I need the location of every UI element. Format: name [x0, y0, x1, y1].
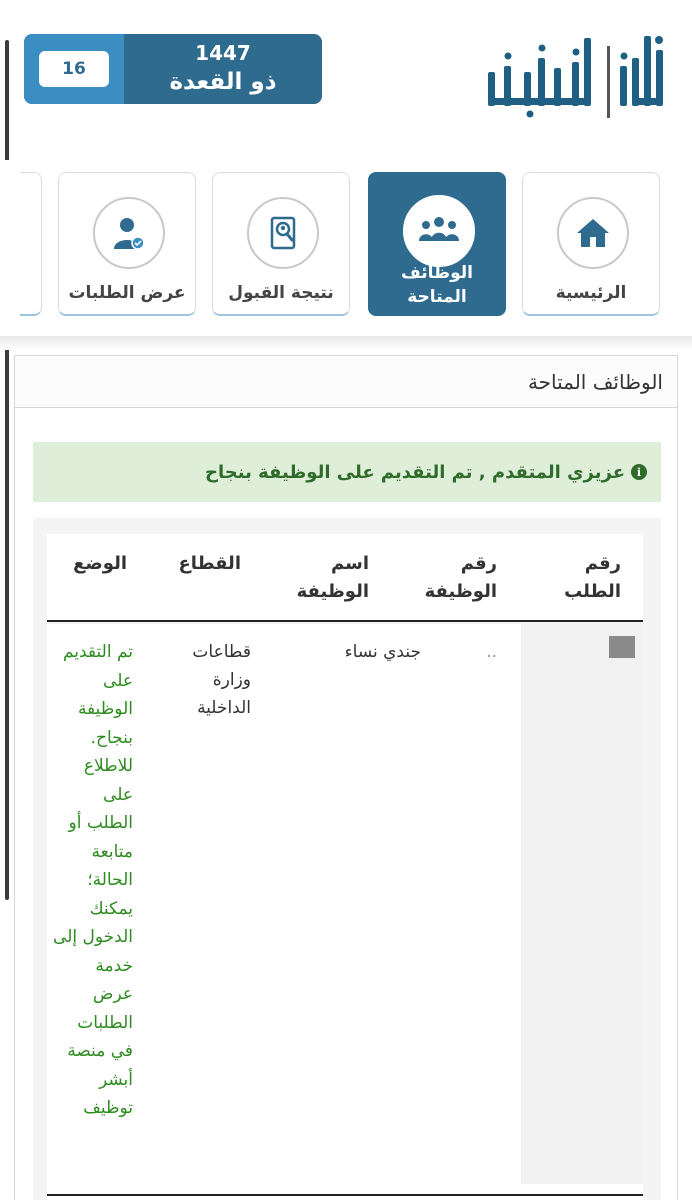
- user-check-icon: [93, 197, 165, 269]
- main-nav: عرض الطلبات نتيجة القبول الوظائف المتاحة: [0, 160, 692, 350]
- nav-label-available-jobs: الوظائف المتاحة: [401, 263, 473, 307]
- row-checkbox[interactable]: [609, 636, 635, 658]
- nav-item-view-requests[interactable]: عرض الطلبات: [58, 172, 196, 316]
- cell-sector: قطاعات وزارة الداخلية: [192, 642, 251, 718]
- header-status: الوضع: [73, 553, 127, 574]
- table-bottom-border: [47, 1194, 643, 1196]
- absher-tawzeef-logo[interactable]: [484, 28, 674, 120]
- content-panel: الوظائف المتاحة i عزيزي المتقدم , تم الت…: [14, 355, 678, 1200]
- redacted-area: [521, 624, 643, 1184]
- header-job-name: اسم الوظيفة: [296, 553, 369, 602]
- nav-item-available-jobs[interactable]: الوظائف المتاحة: [368, 172, 506, 316]
- date-day-container: 16: [24, 34, 124, 104]
- header-sector: القطاع: [178, 553, 241, 574]
- date-year: 1447: [195, 41, 251, 65]
- panel-title: الوظائف المتاحة: [527, 369, 663, 394]
- cell-job-number: ..: [486, 642, 497, 662]
- nav-item-home[interactable]: الرئيسية: [522, 172, 660, 316]
- date-month: ذو القعدة: [169, 69, 277, 95]
- cell-job-name: جندي نساء: [344, 642, 421, 662]
- cell-status: تم التقديم على الوظيفة بنجاح. للاطلاع عل…: [53, 642, 133, 1118]
- panel-header: الوظائف المتاحة: [15, 356, 677, 408]
- nav-item-acceptance-result[interactable]: نتيجة القبول: [212, 172, 350, 316]
- table-header: رقم الطلب رقم الوظيفة اسم الوظيفة القطاع…: [47, 534, 643, 622]
- nav-label-acceptance-result: نتيجة القبول: [228, 283, 334, 303]
- search-document-icon: [247, 197, 319, 269]
- date-text: 1447 ذو القعدة: [124, 34, 322, 104]
- header-job-number: رقم الوظيفة: [424, 553, 497, 602]
- team-icon: [403, 195, 475, 267]
- info-icon: i: [631, 464, 647, 480]
- nav-item-partial[interactable]: [20, 172, 42, 316]
- applications-table: رقم الطلب رقم الوظيفة اسم الوظيفة القطاع…: [33, 518, 661, 1200]
- nav-divider: [0, 336, 692, 350]
- hijri-date-widget: 16 1447 ذو القعدة: [24, 34, 322, 104]
- nav-label-home: الرئيسية: [555, 283, 627, 303]
- home-icon: [557, 197, 629, 269]
- table-row: .. جندي نساء قطاعات وزارة الداخلية تم ال…: [47, 624, 643, 1200]
- date-day: 16: [39, 51, 109, 87]
- success-alert: i عزيزي المتقدم , تم التقديم على الوظيفة…: [33, 442, 661, 502]
- nav-label-view-requests: عرض الطلبات: [68, 283, 186, 303]
- header-request-number: رقم الطلب: [564, 553, 621, 602]
- alert-text: عزيزي المتقدم , تم التقديم على الوظيفة ب…: [205, 461, 625, 483]
- header: 16 1447 ذو القعدة: [0, 0, 692, 140]
